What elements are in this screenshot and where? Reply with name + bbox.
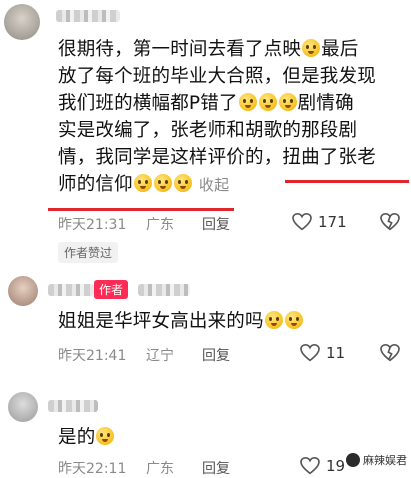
comment-line: 情，我同学是这样评价的，扭曲了张老 xyxy=(58,147,376,168)
comment-line: 最后 xyxy=(321,39,359,60)
watermark-logo-icon xyxy=(346,453,360,467)
comment-line: 姐姐是华坪女高出来的吗 xyxy=(58,311,264,332)
comment-text: 姐姐是华坪女高出来的吗 xyxy=(58,308,398,335)
comment-line: 很期待，第一时间去看了点映 xyxy=(58,39,302,60)
comment-text: 很期待，第一时间去看了点映 最后 放了每个班的毕业大合照，但是我发现 我们班的横幅… xyxy=(58,36,408,199)
comment-time: 昨天21:41 xyxy=(58,348,127,364)
emoji-crying-icon xyxy=(173,174,192,192)
collapse-link[interactable]: 收起 xyxy=(199,176,229,194)
comment-line: 剧情确 xyxy=(297,93,354,114)
comment-line: 实是改编了，张老师和胡歌的那段剧 xyxy=(58,120,358,141)
comment-time: 昨天22:11 xyxy=(58,461,127,477)
watermark: 麻辣娱君 xyxy=(346,452,407,468)
watermark-text: 麻辣娱君 xyxy=(363,454,407,467)
username-blurred[interactable] xyxy=(138,284,190,296)
author-badge: 作者 xyxy=(94,280,129,299)
dislike-icon[interactable] xyxy=(380,213,400,231)
reply-button[interactable]: 回复 xyxy=(202,214,230,234)
emoji-crying-icon xyxy=(258,93,277,111)
comment-time: 昨天21:31 xyxy=(58,217,127,233)
comment-location: 辽宁 xyxy=(146,348,174,364)
comment-location: 广东 xyxy=(146,217,174,233)
highlight-underline xyxy=(285,180,409,183)
dislike-icon[interactable] xyxy=(380,344,400,362)
avatar[interactable] xyxy=(8,392,38,422)
reply-button[interactable]: 回复 xyxy=(202,458,230,478)
heart-icon[interactable] xyxy=(300,344,320,362)
emoji-crying-icon xyxy=(278,93,297,111)
emoji-crying-icon xyxy=(238,93,257,111)
reply-button[interactable]: 回复 xyxy=(202,345,230,365)
comment-line: 师的信仰 xyxy=(58,174,133,195)
heart-icon[interactable] xyxy=(300,457,320,475)
highlight-underline xyxy=(48,208,234,211)
username-blurred[interactable] xyxy=(48,284,94,296)
like-count: 11 xyxy=(326,344,346,362)
avatar[interactable] xyxy=(8,276,38,306)
emoji-crying-icon xyxy=(302,39,321,57)
comment-line: 放了每个班的毕业大合照，但是我发现 xyxy=(58,66,376,87)
emoji-crying-icon xyxy=(264,311,283,329)
comment-text: 是的 xyxy=(58,424,258,451)
comment-location: 广东 xyxy=(146,461,174,477)
emoji-crying-icon xyxy=(153,174,172,192)
comment-line: 是的 xyxy=(58,427,96,448)
emoji-crying-icon xyxy=(96,427,115,445)
comment-line: 我们班的横幅都P错了 xyxy=(58,93,238,114)
heart-icon[interactable] xyxy=(292,213,312,231)
username-blurred[interactable] xyxy=(48,400,98,412)
avatar[interactable] xyxy=(4,4,40,40)
like-count: 171 xyxy=(318,213,347,231)
author-liked-tag: 作者赞过 xyxy=(58,242,119,263)
username-blurred[interactable] xyxy=(56,10,120,22)
emoji-crying-icon xyxy=(133,174,152,192)
like-count: 19 xyxy=(326,457,346,475)
emoji-crying-icon xyxy=(284,311,303,329)
